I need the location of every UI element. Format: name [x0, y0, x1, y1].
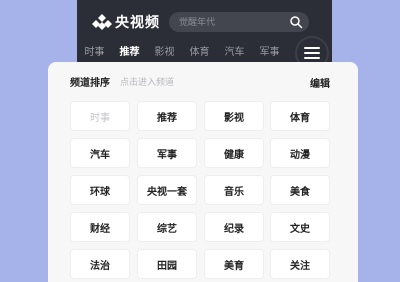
channel-tile[interactable]: 体育: [270, 101, 330, 131]
channel-tile[interactable]: 法治: [70, 249, 130, 279]
channel-tab[interactable]: 时事: [77, 43, 112, 58]
brand-logo[interactable]: 央视频: [92, 12, 160, 32]
channel-tile[interactable]: 军事: [137, 138, 197, 168]
edit-button[interactable]: 编辑: [310, 75, 330, 90]
channel-tile[interactable]: 关注: [270, 249, 330, 279]
channel-tile[interactable]: 音乐: [204, 175, 264, 205]
top-bar: 央视频 觉醒年代: [77, 6, 332, 36]
channel-tile[interactable]: 健康: [204, 138, 264, 168]
channel-tile[interactable]: 央视一套: [137, 175, 197, 205]
channel-sort-sheet: 频道排序 点击进入频道 编辑 时事 推荐 影视 体育 汽车 军事 健康 动漫 环球 央视一套 音乐美…: [48, 62, 358, 282]
channel-tile[interactable]: 综艺: [137, 212, 197, 242]
channel-tab[interactable]: 影视: [147, 43, 182, 58]
channel-tile: 时事: [70, 101, 130, 131]
search-placeholder: 觉醒年代: [179, 18, 216, 28]
channel-tile[interactable]: 美食: [270, 175, 330, 205]
channel-tile[interactable]: 财经: [70, 212, 130, 242]
channel-tabs: 时事 推荐 影视 体育 汽车 军事: [77, 38, 297, 62]
channel-tile[interactable]: 环球: [70, 175, 130, 205]
channel-tab[interactable]: 推荐: [112, 43, 147, 58]
channel-tile[interactable]: 纪录: [204, 212, 264, 242]
channel-tile[interactable]: 美育: [204, 249, 264, 279]
channel-tab[interactable]: 军事: [252, 43, 287, 58]
sheet-hint: 点击进入频道: [120, 78, 175, 88]
channel-tile[interactable]: 田园: [137, 249, 197, 279]
sheet-title: 频道排序: [70, 78, 110, 89]
logo-mark-icon: [92, 14, 112, 30]
channel-tab[interactable]: 汽车: [217, 43, 252, 58]
channel-tab[interactable]: 体育: [182, 43, 217, 58]
channel-tile[interactable]: 推荐: [137, 101, 197, 131]
brand-name: 央视频: [115, 15, 160, 31]
hamburger-icon: [304, 47, 320, 59]
channel-tile[interactable]: 影视: [204, 101, 264, 131]
search-bar[interactable]: 觉醒年代: [169, 12, 309, 32]
channel-tile[interactable]: 文史: [270, 212, 330, 242]
channel-tile[interactable]: 汽车: [70, 138, 130, 168]
channel-tile[interactable]: 动漫: [270, 138, 330, 168]
search-icon[interactable]: [289, 15, 303, 29]
